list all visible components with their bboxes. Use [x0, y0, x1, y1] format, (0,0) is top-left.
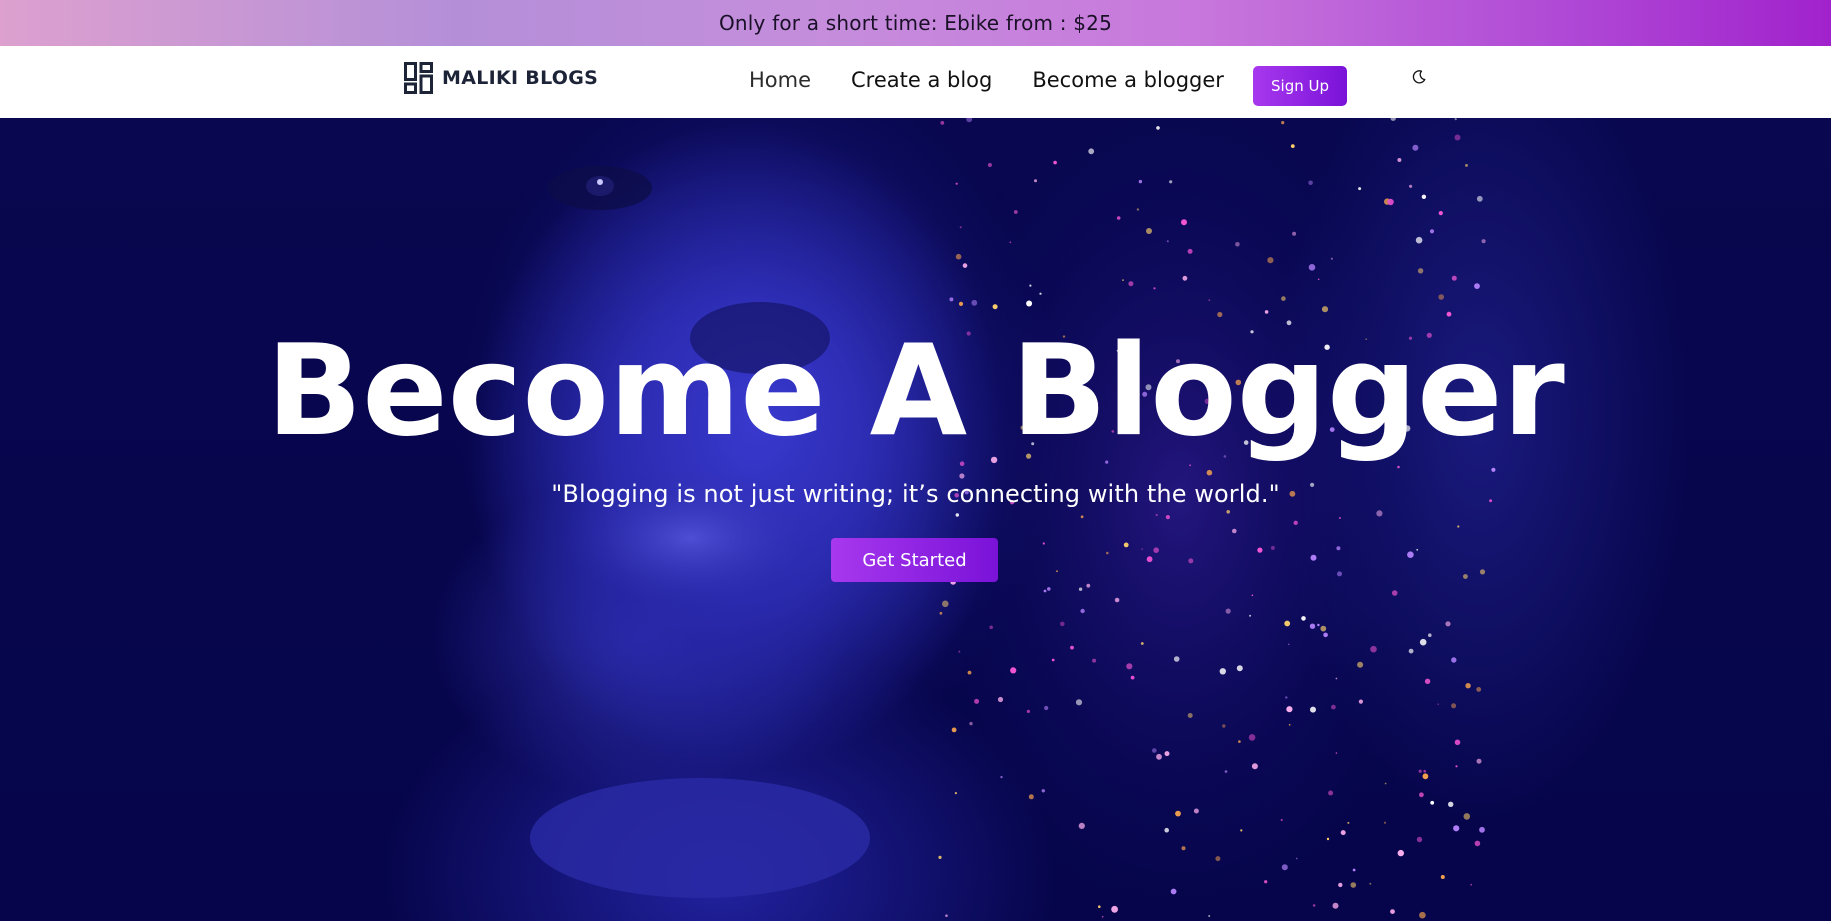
navbar: MALIKI BLOGS Home Create a blog Become a… [0, 46, 1831, 118]
moon-icon[interactable] [1411, 69, 1427, 85]
nav-link-create-blog[interactable]: Create a blog [851, 68, 992, 92]
dashboard-logo-icon [404, 62, 433, 94]
nav-link-home[interactable]: Home [749, 68, 811, 92]
hero-title: Become A Blogger [266, 317, 1565, 464]
nav-links: Home Create a blog Become a blogger [749, 68, 1224, 92]
promo-banner: Only for a short time: Ebike from : $25 [0, 0, 1831, 46]
logo[interactable]: MALIKI BLOGS [404, 62, 598, 94]
nav-link-become-blogger[interactable]: Become a blogger [1032, 68, 1224, 92]
logo-text: MALIKI BLOGS [442, 67, 599, 89]
get-started-button[interactable]: Get Started [831, 538, 998, 582]
promo-text: Only for a short time: Ebike from : $25 [718, 11, 1113, 35]
hero-content: Become A Blogger "Blogging is not just w… [0, 118, 1831, 921]
signup-button[interactable]: Sign Up [1253, 66, 1347, 106]
hero-quote: "Blogging is not just writing; it’s conn… [551, 480, 1280, 508]
hero-section: Become A Blogger "Blogging is not just w… [0, 118, 1831, 921]
